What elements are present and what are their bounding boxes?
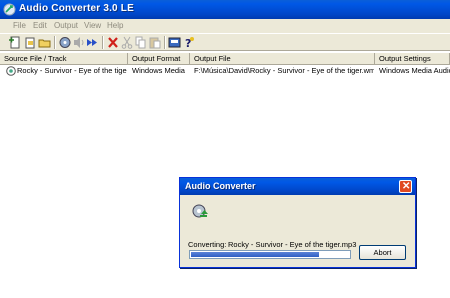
toolbar-separator [102, 36, 104, 49]
play-icon[interactable] [72, 36, 86, 49]
cell-format: Windows Media [132, 66, 185, 75]
help-icon[interactable]: ? [182, 36, 196, 49]
toolbar-separator [164, 36, 166, 49]
convert-icon[interactable] [58, 36, 72, 49]
cell-source: Rocky - Survivor - Eye of the tiger... [17, 66, 127, 75]
abort-button[interactable]: Abort [359, 245, 406, 260]
cell-output-file: F:\Música\David\Rocky - Survivor - Eye o… [194, 66, 374, 75]
list-header: Source File / Track Output Format Output… [0, 53, 450, 65]
menu-bar: File Edit Output View Help [0, 19, 450, 33]
menu-view[interactable]: View [84, 21, 101, 30]
progress-bar [189, 250, 351, 259]
progress-fill [191, 252, 319, 257]
conversion-dialog: Audio Converter ✕ Converting: Rocky - Su… [179, 177, 416, 268]
converting-label: Converting: [188, 240, 227, 249]
app-icon [3, 3, 16, 16]
paste-icon[interactable] [148, 36, 162, 49]
menu-help[interactable]: Help [107, 21, 123, 30]
menu-output[interactable]: Output [54, 21, 78, 30]
window-title: Audio Converter 3.0 LE [19, 3, 134, 14]
column-settings[interactable]: Output Settings [375, 53, 450, 64]
toolbar-separator [54, 36, 56, 49]
close-icon: ✕ [402, 181, 411, 192]
dialog-title-bar[interactable]: Audio Converter ✕ [180, 178, 415, 195]
column-output-file[interactable]: Output File [190, 53, 375, 64]
audio-file-icon [6, 66, 16, 76]
converting-file: Rocky - Survivor - Eye of the tiger.mp3 [228, 240, 357, 249]
cut-icon[interactable] [120, 36, 134, 49]
main-title-bar[interactable]: Audio Converter 3.0 LE [0, 0, 450, 19]
column-format[interactable]: Output Format [128, 53, 190, 64]
menu-file[interactable]: File [13, 21, 26, 30]
add-file-icon[interactable] [8, 36, 22, 49]
copy-icon[interactable] [134, 36, 148, 49]
delete-icon[interactable] [106, 36, 120, 49]
open-icon[interactable] [38, 36, 52, 49]
converter-icon [191, 203, 209, 221]
add-folder-icon[interactable] [23, 36, 37, 49]
toolbar: ? [0, 33, 450, 51]
close-button[interactable]: ✕ [399, 180, 412, 193]
menu-edit[interactable]: Edit [33, 21, 47, 30]
table-row[interactable]: Rocky - Survivor - Eye of the tiger... W… [0, 65, 450, 77]
next-icon[interactable] [86, 36, 100, 49]
settings-icon[interactable] [168, 36, 182, 49]
dialog-title: Audio Converter [185, 181, 256, 191]
cell-settings: Windows Media Audio 9 [379, 66, 450, 75]
column-source[interactable]: Source File / Track [0, 53, 128, 64]
